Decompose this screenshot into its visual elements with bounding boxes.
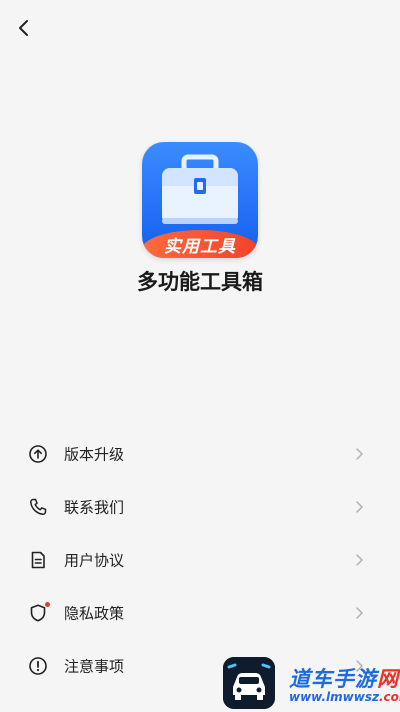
chevron-right-icon xyxy=(356,606,363,619)
menu-item-label: 注意事项 xyxy=(64,657,125,675)
settings-menu: 版本升级 联系我们 用户协议 隐私政策 注意事项 xyxy=(0,427,400,692)
watermark-url-accent: .com xyxy=(378,690,400,704)
chevron-right-icon xyxy=(356,553,363,566)
app-name: 多功能工具箱 xyxy=(137,270,263,294)
menu-item-label: 联系我们 xyxy=(64,498,125,516)
exclamation-circle-icon xyxy=(28,656,48,676)
phone-icon xyxy=(28,497,48,517)
chevron-left-icon xyxy=(19,20,28,36)
notification-dot xyxy=(45,601,50,607)
menu-item-user-agreement[interactable]: 用户协议 xyxy=(0,533,400,586)
menu-item-contact-us[interactable]: 联系我们 xyxy=(0,480,400,533)
app-icon-badge-text: 实用工具 xyxy=(164,236,236,257)
about-screen: 实用工具 多功能工具箱 版本升级 联系我们 用户协议 隐私政策 注意事项 道车手… xyxy=(0,0,400,712)
menu-item-privacy-policy[interactable]: 隐私政策 xyxy=(0,586,400,639)
chevron-right-icon xyxy=(356,500,363,513)
back-button[interactable] xyxy=(14,16,34,40)
site-watermark: 道车手游网 www.lmwwsz.com xyxy=(221,655,400,712)
watermark-title-accent: 网 xyxy=(377,667,399,691)
menu-item-label: 用户协议 xyxy=(64,551,125,569)
chevron-right-icon xyxy=(356,447,363,460)
arrow-up-circle-icon xyxy=(28,444,48,464)
menu-item-label: 版本升级 xyxy=(64,445,125,463)
menu-item-version-upgrade[interactable]: 版本升级 xyxy=(0,427,400,480)
watermark-title: 道车手游网 xyxy=(289,663,399,693)
watermark-title-main: 道车手游 xyxy=(289,667,377,691)
document-icon xyxy=(28,550,48,570)
watermark-url-main: www.lmwwsz xyxy=(289,690,379,704)
app-icon: 实用工具 xyxy=(142,142,258,258)
menu-item-label: 隐私政策 xyxy=(64,604,125,622)
watermark-url: www.lmwwsz.com xyxy=(289,690,400,704)
watermark-logo xyxy=(223,657,275,709)
shield-icon xyxy=(28,601,50,623)
